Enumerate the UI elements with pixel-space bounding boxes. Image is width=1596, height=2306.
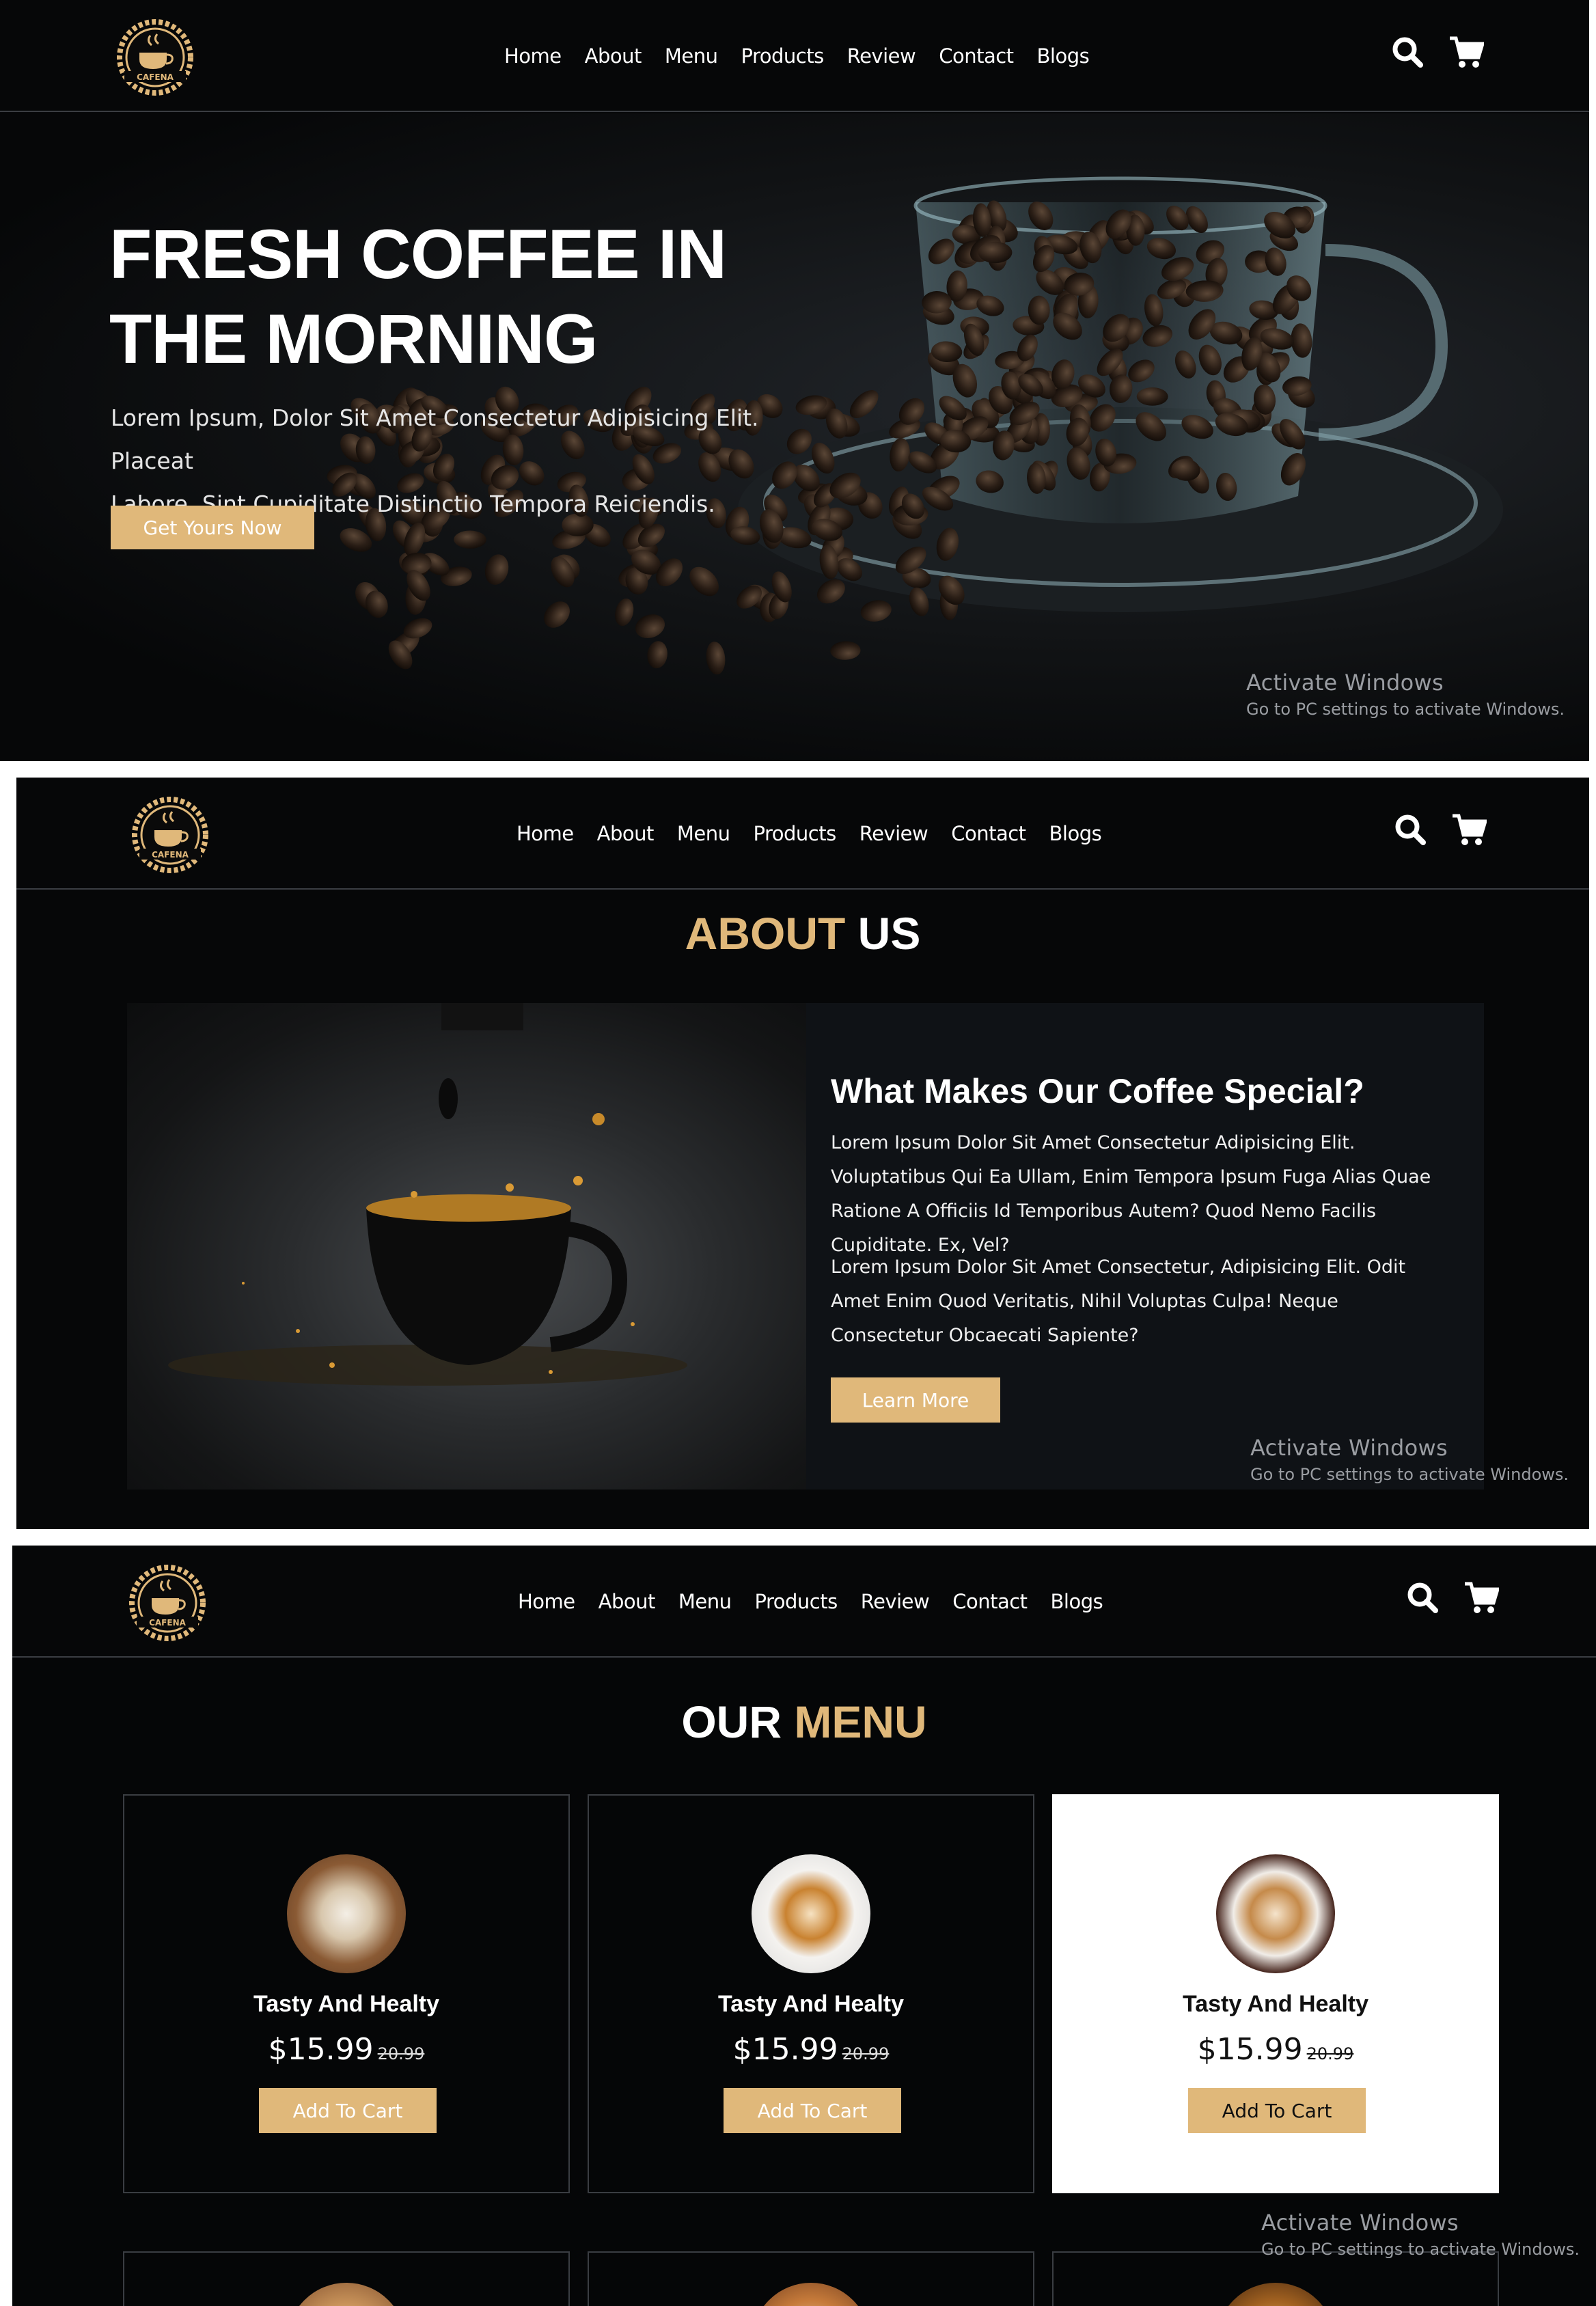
watermark-title: Activate Windows bbox=[1250, 1435, 1448, 1461]
about-paragraph-2: Lorem Ipsum Dolor Sit Amet Consectetur, … bbox=[831, 1257, 1406, 1346]
nav-link-review[interactable]: Review bbox=[861, 1590, 930, 1613]
menu-title-rest: OUR bbox=[681, 1697, 782, 1747]
about-title-accent: ABOUT bbox=[685, 908, 846, 959]
watermark-subtitle: Go to PC settings to activate Windows. bbox=[1261, 2240, 1580, 2259]
menu-item-name: Tasty And Healty bbox=[253, 1991, 440, 2017]
donut-image bbox=[1216, 2283, 1335, 2306]
latte-image bbox=[287, 1854, 406, 1973]
cart-icon[interactable] bbox=[1448, 36, 1484, 68]
about-title-rest: US bbox=[857, 908, 921, 959]
learn-more-button[interactable]: Learn More bbox=[831, 1377, 1000, 1423]
menu-card[interactable]: Tasty And Healty $15.99 20.99 Add To Cart bbox=[123, 1794, 570, 2193]
nav-link-menu[interactable]: Menu bbox=[665, 44, 718, 68]
navbar: CAFENA Home About Menu Products Review C… bbox=[12, 1546, 1596, 1658]
nav-link-home[interactable]: Home bbox=[517, 822, 574, 845]
about-heading: What Makes Our Coffee Special? bbox=[831, 1072, 1364, 1110]
nav-link-products[interactable]: Products bbox=[754, 822, 837, 845]
navbar: CAFENA Home About Menu Products Review C… bbox=[0, 0, 1589, 112]
about-content-panel: What Makes Our Coffee Special? Lorem Ips… bbox=[806, 1003, 1484, 1490]
search-icon[interactable] bbox=[1391, 36, 1424, 68]
watermark-subtitle: Go to PC settings to activate Windows. bbox=[1246, 700, 1565, 719]
menu-card[interactable]: Tasty And Healty $15.99 20.99 Add To Cart bbox=[588, 1794, 1034, 2193]
menu-item-price: $15.99 bbox=[1197, 2032, 1303, 2067]
search-icon[interactable] bbox=[1394, 813, 1427, 846]
latte-art-image bbox=[1216, 1854, 1335, 1973]
menu-item-name: Tasty And Healty bbox=[717, 1991, 905, 2017]
cart-icon[interactable] bbox=[1451, 813, 1487, 846]
logo-badge-icon[interactable]: CAFENA bbox=[123, 1561, 212, 1643]
nav-link-products[interactable]: Products bbox=[741, 44, 825, 68]
menu-item-name: Tasty And Healty bbox=[1182, 1991, 1369, 2017]
svg-text:CAFENA: CAFENA bbox=[137, 72, 174, 82]
dessert-image bbox=[287, 2283, 406, 2306]
about-screen: CAFENA Home About Menu Products Review C… bbox=[16, 778, 1589, 1529]
add-to-cart-button[interactable]: Add To Cart bbox=[724, 2088, 901, 2133]
get-yours-now-button[interactable]: Get Yours Now bbox=[111, 506, 314, 549]
nav-icons bbox=[1406, 1581, 1499, 1614]
nav-link-contact[interactable]: Contact bbox=[951, 822, 1026, 845]
nav-link-contact[interactable]: Contact bbox=[952, 1590, 1028, 1613]
activate-windows-watermark: Activate Windows Go to PC settings to ac… bbox=[1250, 1435, 1569, 1484]
menu-card-partial[interactable] bbox=[1052, 2251, 1499, 2306]
nav-link-review[interactable]: Review bbox=[847, 44, 916, 68]
about-section-title: ABOUT US bbox=[16, 907, 1589, 959]
hero-title-line2: THE MORNING bbox=[109, 300, 598, 378]
nav-links: Home About Menu Products Review Contact … bbox=[504, 0, 1090, 112]
menu-item-old-price: 20.99 bbox=[842, 2044, 890, 2063]
menu-card[interactable]: Tasty And Healty $15.99 20.99 Add To Cart bbox=[1052, 1794, 1499, 2193]
navbar: CAFENA Home About Menu Products Review C… bbox=[16, 778, 1589, 890]
nav-link-about[interactable]: About bbox=[585, 44, 642, 68]
logo-badge-icon[interactable]: CAFENA bbox=[126, 793, 215, 875]
activate-windows-watermark: Activate Windows Go to PC settings to ac… bbox=[1246, 670, 1565, 719]
coffee-splash-image bbox=[127, 1003, 806, 1490]
add-to-cart-button[interactable]: Add To Cart bbox=[259, 2088, 437, 2133]
nav-link-blogs[interactable]: Blogs bbox=[1037, 44, 1090, 68]
menu-section-title: OUR MENU bbox=[12, 1696, 1596, 1748]
watermark-title: Activate Windows bbox=[1261, 2210, 1459, 2236]
nav-link-products[interactable]: Products bbox=[755, 1590, 838, 1613]
cart-icon[interactable] bbox=[1463, 1581, 1499, 1614]
nav-links: Home About Menu Products Review Contact … bbox=[517, 778, 1102, 890]
menu-item-old-price: 20.99 bbox=[1306, 2044, 1354, 2063]
nav-link-about[interactable]: About bbox=[597, 822, 655, 845]
hero-title: FRESH COFFEE IN THE MORNING bbox=[109, 212, 727, 381]
price-row: $15.99 20.99 bbox=[1054, 2032, 1498, 2067]
menu-title-accent: MENU bbox=[794, 1697, 927, 1747]
about-paragraph-1: Lorem Ipsum Dolor Sit Amet Consectetur A… bbox=[831, 1132, 1431, 1256]
nav-link-menu[interactable]: Menu bbox=[677, 822, 730, 845]
svg-text:CAFENA: CAFENA bbox=[149, 1618, 187, 1628]
price-row: $15.99 20.99 bbox=[589, 2032, 1033, 2067]
hero-screen: CAFENA Home About Menu Products Review C… bbox=[0, 0, 1589, 761]
nav-link-menu[interactable]: Menu bbox=[678, 1590, 732, 1613]
watermark-title: Activate Windows bbox=[1246, 670, 1444, 696]
menu-card-partial[interactable] bbox=[123, 2251, 570, 2306]
menu-item-price: $15.99 bbox=[732, 2032, 838, 2067]
search-icon[interactable] bbox=[1406, 1581, 1439, 1614]
nav-icons bbox=[1394, 813, 1487, 846]
menu-card-partial[interactable] bbox=[588, 2251, 1034, 2306]
nav-link-about[interactable]: About bbox=[598, 1590, 656, 1613]
coffee-cup-image bbox=[752, 2283, 870, 2306]
svg-text:CAFENA: CAFENA bbox=[152, 850, 189, 860]
nav-links: Home About Menu Products Review Contact … bbox=[518, 1546, 1103, 1658]
add-to-cart-button[interactable]: Add To Cart bbox=[1188, 2088, 1366, 2133]
nav-icons bbox=[1391, 36, 1484, 68]
watermark-subtitle: Go to PC settings to activate Windows. bbox=[1250, 1465, 1569, 1484]
cappuccino-image bbox=[752, 1854, 870, 1973]
hero-title-line1: FRESH COFFEE IN bbox=[109, 215, 727, 293]
menu-item-price: $15.99 bbox=[268, 2032, 374, 2067]
price-row: $15.99 20.99 bbox=[124, 2032, 568, 2067]
logo-badge-icon[interactable]: CAFENA bbox=[111, 15, 200, 97]
nav-link-home[interactable]: Home bbox=[504, 44, 562, 68]
hero-text-line1: Lorem Ipsum, Dolor Sit Amet Consectetur … bbox=[111, 404, 759, 474]
nav-link-blogs[interactable]: Blogs bbox=[1051, 1590, 1103, 1613]
activate-windows-watermark: Activate Windows Go to PC settings to ac… bbox=[1261, 2210, 1580, 2259]
nav-link-blogs[interactable]: Blogs bbox=[1049, 822, 1102, 845]
nav-link-home[interactable]: Home bbox=[518, 1590, 575, 1613]
menu-screen: CAFENA Home About Menu Products Review C… bbox=[12, 1546, 1596, 2306]
nav-link-review[interactable]: Review bbox=[859, 822, 928, 845]
menu-item-old-price: 20.99 bbox=[377, 2044, 425, 2063]
nav-link-contact[interactable]: Contact bbox=[939, 44, 1014, 68]
